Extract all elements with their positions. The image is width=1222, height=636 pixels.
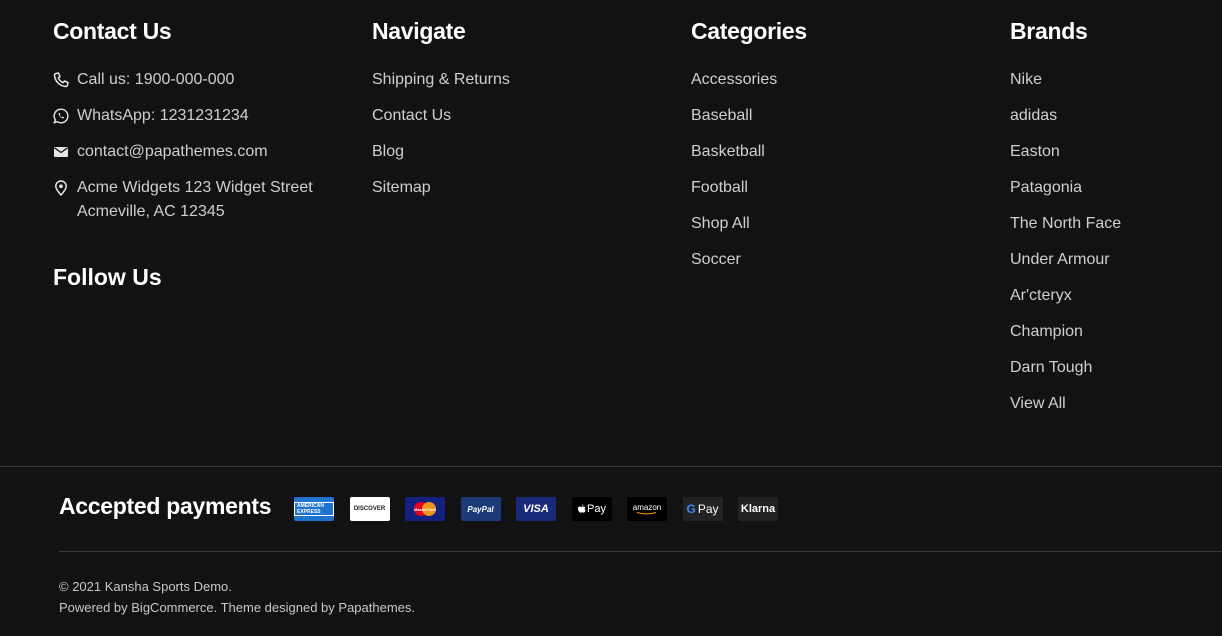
brand-link[interactable]: Champion [1010,322,1121,358]
map-pin-icon [53,180,69,196]
categories-column: Categories Accessories Baseball Basketba… [691,14,807,286]
envelope-icon [53,144,69,160]
brand-link[interactable]: The North Face [1010,214,1121,250]
footer-copyright: © 2021 Kansha Sports Demo. Powered by Bi… [59,576,415,618]
contact-email[interactable]: contact@papathemes.com [53,142,353,178]
follow-us-heading: Follow Us [53,264,162,290]
nav-link[interactable]: Blog [372,142,510,178]
brand-link[interactable]: Easton [1010,142,1121,178]
whatsapp-text: WhatsApp: 1231231234 [77,107,249,124]
google-pay-icon: G Pay [682,497,723,521]
contact-whatsapp[interactable]: WhatsApp: 1231231234 [53,106,353,142]
brand-link[interactable]: adidas [1010,106,1121,142]
amex-icon: AMERICAN EXPRESS [294,497,334,521]
navigate-column: Navigate Shipping & Returns Contact Us B… [372,14,510,214]
brand-link[interactable]: Nike [1010,70,1121,106]
phone-icon [53,72,69,88]
nav-link[interactable]: Sitemap [372,178,510,214]
brand-link[interactable]: View All [1010,394,1121,430]
klarna-icon: Klarna [738,497,778,521]
nav-link[interactable]: Contact Us [372,106,510,142]
category-link[interactable]: Basketball [691,142,807,178]
categories-heading: Categories [691,18,807,44]
address-text: Acme Widgets 123 Widget Street Acmeville… [77,176,313,224]
mastercard-icon: MasterCard [405,497,445,521]
footer-divider-top [0,466,1222,467]
address-line-2: Acmeville, AC 12345 [77,203,225,220]
contact-column: Contact Us Call us: 1900-000-000 WhatsAp… [53,14,353,224]
copyright-text: © 2021 Kansha Sports Demo. [59,579,232,594]
nav-link[interactable]: Shipping & Returns [372,70,510,106]
whatsapp-icon [53,108,69,124]
brands-column: Brands Nike adidas Easton Patagonia The … [1010,14,1121,430]
brand-link[interactable]: Ar'cteryx [1010,286,1121,322]
payment-icons: AMERICAN EXPRESS DISCOVER MasterCard Pay… [294,497,778,521]
category-link[interactable]: Accessories [691,70,807,106]
category-link[interactable]: Soccer [691,250,807,286]
category-link[interactable]: Shop All [691,214,807,250]
brand-link[interactable]: Darn Tough [1010,358,1121,394]
amazon-icon: amazon [627,497,667,521]
footer-divider-bottom [59,551,1222,552]
powered-by-text[interactable]: Powered by BigCommerce. Theme designed b… [59,597,415,618]
accepted-payments-heading: Accepted payments [59,493,272,519]
visa-icon: VISA [516,497,556,521]
brand-link[interactable]: Patagonia [1010,178,1121,214]
email-text: contact@papathemes.com [77,143,268,160]
paypal-icon: PayPal [460,497,501,521]
contact-address: Acme Widgets 123 Widget Street Acmeville… [53,176,353,224]
contact-heading: Contact Us [53,18,172,44]
navigate-heading: Navigate [372,18,466,44]
discover-icon: DISCOVER [349,497,390,521]
brands-heading: Brands [1010,18,1088,44]
category-link[interactable]: Baseball [691,106,807,142]
category-link[interactable]: Football [691,178,807,214]
contact-phone[interactable]: Call us: 1900-000-000 [53,70,353,106]
address-line-1: Acme Widgets 123 Widget Street [77,179,313,196]
brand-link[interactable]: Under Armour [1010,250,1121,286]
apple-pay-icon: Pay [571,497,612,521]
phone-text: Call us: 1900-000-000 [77,71,235,88]
